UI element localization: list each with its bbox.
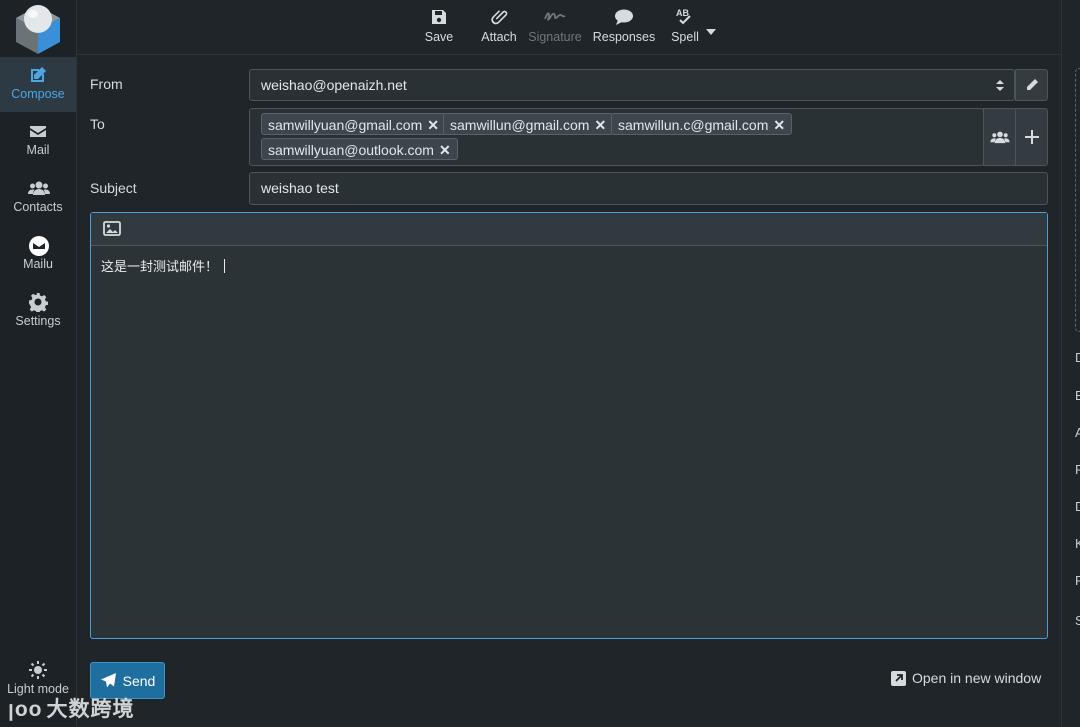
users-icon [28,178,50,198]
to-recipients-field[interactable]: samwillyuan@gmail.com ✕ samwillun@gmail.c… [249,108,984,166]
spell-button[interactable]: AB Spell [667,6,703,50]
remove-recipient-icon[interactable]: ✕ [427,117,439,133]
options-item-label[interactable]: F [1075,462,1080,477]
subject-input[interactable]: weishao test [249,172,1048,205]
spell-badge-text: AB [676,8,689,18]
options-item-label[interactable]: K [1075,536,1080,551]
compose-icon [28,65,48,85]
nav-compose-label: Compose [11,87,65,101]
message-editor[interactable]: 这是一封测试邮件！ [90,212,1048,639]
recipient-address: samwillyuan@gmail.com [268,117,423,133]
users-icon [989,131,1010,144]
nav-compose[interactable]: Compose [0,57,76,112]
nav-settings[interactable]: Settings [0,284,76,339]
spell-dropdown-caret[interactable] [706,22,718,35]
options-item-label[interactable]: D [1075,499,1080,514]
attach-button[interactable]: Attach [478,6,520,50]
comment-icon [615,9,633,25]
remove-recipient-icon[interactable]: ✕ [439,142,451,158]
sun-icon [28,660,48,680]
from-value: weishao@openaizh.net [261,77,407,93]
save-icon [432,10,446,24]
watermark: ꞁoo 大数跨境 [8,693,135,723]
compose-toolbar: Save Attach Signature Responses AB Spell [77,0,1061,55]
edit-identity-button[interactable] [1015,69,1048,101]
nav-contacts[interactable]: Contacts [0,170,76,225]
paperclip-icon [491,10,508,25]
recipient-chip: samwillyuan@gmail.com ✕ [261,113,446,135]
signature-icon [544,12,566,21]
caret-down-icon [706,29,716,35]
remove-recipient-icon[interactable]: ✕ [773,117,785,133]
gear-icon [28,292,49,314]
signature-label: Signature [528,30,582,44]
attach-label: Attach [481,30,517,44]
left-nav: Compose Mail Contacts Mailu Settings Lig… [0,0,77,727]
nav-settings-label: Settings [15,314,61,328]
nav-mail-label: Mail [26,143,50,157]
recipient-address: samwillyuan@outlook.com [268,142,434,158]
signature-button[interactable]: Signature [527,6,583,50]
recipient-chip: samwillun.c@gmail.com ✕ [611,113,793,135]
plus-icon [1024,130,1039,144]
recipient-address: samwillun.c@gmail.com [618,117,769,133]
options-item-label[interactable]: D [1075,350,1080,365]
options-item-label[interactable]: A [1075,425,1080,440]
recipient-chip: samwillyuan@outlook.com ✕ [261,138,458,160]
editor-body[interactable]: 这是一封测试邮件！ [91,246,1047,285]
spellcheck-icon: AB [676,8,691,25]
recipient-chip: samwillun@gmail.com ✕ [443,113,614,135]
nav-contacts-label: Contacts [13,200,63,214]
spell-label: Spell [671,30,699,44]
options-item-label[interactable]: S [1075,613,1080,628]
watermark-text: 大数跨境 [46,698,135,721]
save-label: Save [424,30,454,44]
add-header-button[interactable] [1015,108,1048,166]
envelope-icon [28,121,48,141]
image-icon[interactable] [103,221,121,241]
remove-recipient-icon[interactable]: ✕ [594,117,606,133]
address-book-button[interactable] [983,108,1016,166]
to-label: To [90,116,105,132]
mailu-icon [28,235,49,256]
message-body-text: 这是一封测试邮件！ [101,259,219,274]
save-button[interactable]: Save [420,6,458,50]
external-link-icon [891,670,906,686]
options-item-label[interactable]: F [1075,573,1080,588]
send-label: Send [122,672,156,689]
paper-plane-icon [100,673,116,688]
recipient-address: samwillun@gmail.com [450,117,590,133]
pencil-icon [1026,79,1038,90]
editor-toolbar [91,213,1047,246]
nav-mail[interactable]: Mail [0,113,76,168]
options-item-label[interactable]: E [1075,388,1080,403]
open-new-window-label: Open in new window [912,670,1042,686]
responses-button[interactable]: Responses [592,6,656,50]
attachment-dropzone[interactable] [1075,68,1080,332]
subject-label: Subject [90,180,137,196]
from-select[interactable]: weishao@openaizh.net [249,69,1015,101]
roundcube-logo[interactable] [12,2,64,54]
open-in-new-window-link[interactable]: Open in new window [891,670,1041,686]
nav-mailu-label: Mailu [23,257,53,271]
sort-arrows-icon [996,80,1004,91]
subject-value: weishao test [261,180,339,196]
responses-label: Responses [592,30,656,44]
from-label: From [90,76,123,92]
text-caret [224,259,226,273]
nav-mailu[interactable]: Mailu [0,227,76,282]
watermark-logo-icon: ꞁoo [8,698,43,721]
